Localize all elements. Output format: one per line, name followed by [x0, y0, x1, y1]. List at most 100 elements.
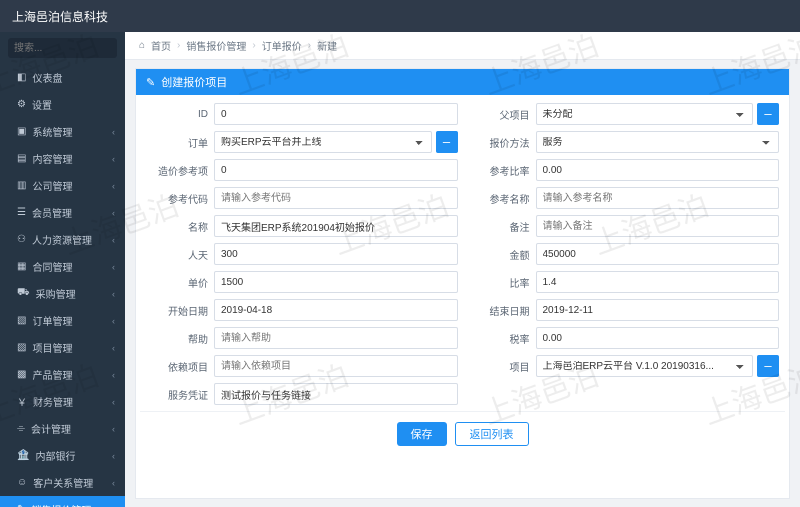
id-field[interactable] [214, 103, 458, 125]
menu-label: 人力资源管理 [32, 232, 92, 247]
refrate-label: 参考比率 [468, 163, 536, 178]
sidebar-item-bank[interactable]: 🏦内部银行‹ [0, 442, 125, 469]
menu-label: 销售报价管理 [31, 502, 91, 507]
sidebar-item-system[interactable]: ▣系统管理‹ [0, 118, 125, 145]
proj-label: 项目 [468, 359, 536, 374]
manday-field[interactable] [214, 243, 458, 265]
end-date-field[interactable] [536, 299, 780, 321]
menu-label: 项目管理 [32, 340, 72, 355]
proj-select[interactable]: 上海邑泊ERP云平台 V.1.0 20190316... [536, 355, 754, 377]
sidebar-item-accounting[interactable]: ⌯会计管理‹ [0, 415, 125, 442]
menu-label: 采购管理 [36, 286, 76, 301]
crumb-home[interactable]: 首页 [151, 38, 171, 53]
sidebar-search-wrap [0, 32, 125, 64]
sidebar-item-dashboard[interactable]: ◧仪表盘 [0, 64, 125, 91]
sidebar-item-company[interactable]: ▥公司管理‹ [0, 172, 125, 199]
sidebar-item-content[interactable]: ▤内容管理‹ [0, 145, 125, 172]
crumb-l1[interactable]: 销售报价管理 [186, 38, 246, 53]
sidebar-item-order[interactable]: ▧订单管理‹ [0, 307, 125, 334]
topbar: 上海邑泊信息科技 [0, 0, 800, 32]
refname-field[interactable] [536, 187, 780, 209]
chevron-left-icon: ‹ [112, 181, 115, 191]
ratio-label: 比率 [468, 275, 536, 290]
form-actions: 保存 返回列表 [140, 411, 785, 458]
id-label: ID [146, 109, 214, 120]
order-select[interactable]: 购买ERP云平台并上线 [214, 131, 432, 153]
main: ⌂ 首页 › 销售报价管理 › 订单报价 › 新建 ✎ 创建报价项目 ID [125, 32, 800, 507]
menu-label: 公司管理 [32, 178, 72, 193]
breadcrumb: ⌂ 首页 › 销售报价管理 › 订单报价 › 新建 [125, 32, 800, 60]
menu-label: 会员管理 [32, 205, 72, 220]
name-field[interactable] [214, 215, 458, 237]
sidebar-search-input[interactable] [8, 38, 117, 58]
brand: 上海邑泊信息科技 [12, 8, 108, 25]
sidebar-item-finance[interactable]: ￥财务管理‹ [0, 388, 125, 415]
chevron-left-icon: ‹ [112, 262, 115, 272]
desc-field[interactable] [214, 327, 458, 349]
menu-label: 内部银行 [35, 448, 75, 463]
sidebar-item-hr[interactable]: ⚇人力资源管理‹ [0, 226, 125, 253]
svc-label: 服务凭证 [146, 387, 214, 402]
baseref-label: 造价参考项 [146, 163, 214, 178]
sidebar-item-procure[interactable]: ⛟采购管理‹ [0, 280, 125, 307]
menu-label: 设置 [32, 97, 52, 112]
refrate-field[interactable] [536, 159, 780, 181]
panel-header: ✎ 创建报价项目 [136, 69, 789, 95]
order-clear-button[interactable]: – [436, 131, 458, 153]
menu-label: 订单管理 [32, 313, 72, 328]
chevron-left-icon: ‹ [112, 451, 115, 461]
chevron-left-icon: ‹ [112, 478, 115, 488]
ratio-field[interactable] [536, 271, 780, 293]
chevron-left-icon: ‹ [112, 289, 115, 299]
sidebar-item-project[interactable]: ▨项目管理‹ [0, 334, 125, 361]
chevron-left-icon: ‹ [112, 208, 115, 218]
pencil-icon: ✎ [146, 76, 155, 89]
start-label: 开始日期 [146, 303, 214, 318]
remark-field[interactable] [536, 215, 780, 237]
refname-label: 参考名称 [468, 191, 536, 206]
crumb-sep: › [177, 40, 180, 51]
crumb-l3: 新建 [317, 38, 337, 53]
sidebar-item-contract[interactable]: ▦合同管理‹ [0, 253, 125, 280]
menu-label: 合同管理 [32, 259, 72, 274]
chevron-left-icon: ‹ [112, 127, 115, 137]
name-label: 名称 [146, 219, 214, 234]
sidebar-menu: ◧仪表盘 ⚙设置 ▣系统管理‹ ▤内容管理‹ ▥公司管理‹ ☰会员管理‹ ⚇人力… [0, 64, 125, 507]
dep-field[interactable] [214, 355, 458, 377]
parent-clear-button[interactable]: – [757, 103, 779, 125]
manday-label: 人天 [146, 247, 214, 262]
back-button[interactable]: 返回列表 [455, 422, 529, 446]
chevron-left-icon: ‹ [112, 343, 115, 353]
sidebar-item-settings[interactable]: ⚙设置 [0, 91, 125, 118]
unit-field[interactable] [214, 271, 458, 293]
menu-label: 仪表盘 [32, 70, 62, 85]
crumb-sep: › [308, 40, 311, 51]
baseref-field[interactable] [214, 159, 458, 181]
sidebar-item-member[interactable]: ☰会员管理‹ [0, 199, 125, 226]
chevron-left-icon: ‹ [112, 154, 115, 164]
sidebar-item-product[interactable]: ▩产品管理‹ [0, 361, 125, 388]
sidebar-item-quote[interactable]: ✎销售报价管理‹ [0, 496, 125, 507]
crumb-l2[interactable]: 订单报价 [262, 38, 302, 53]
crumb-sep: › [252, 40, 255, 51]
sidebar-item-crm[interactable]: ☺客户关系管理‹ [0, 469, 125, 496]
save-button[interactable]: 保存 [397, 422, 447, 446]
dep-label: 依赖项目 [146, 359, 214, 374]
chevron-left-icon: ‹ [112, 370, 115, 380]
chevron-left-icon: ‹ [112, 235, 115, 245]
svc-field[interactable] [214, 383, 458, 405]
refcode-field[interactable] [214, 187, 458, 209]
tax-label: 税率 [468, 331, 536, 346]
sidebar: ◧仪表盘 ⚙设置 ▣系统管理‹ ▤内容管理‹ ▥公司管理‹ ☰会员管理‹ ⚇人力… [0, 32, 125, 507]
proj-clear-button[interactable]: – [757, 355, 779, 377]
home-icon[interactable]: ⌂ [139, 40, 145, 51]
start-date-field[interactable] [214, 299, 458, 321]
method-select[interactable]: 服务 [536, 131, 780, 153]
chevron-left-icon: ‹ [112, 316, 115, 326]
menu-label: 系统管理 [32, 124, 72, 139]
amount-field[interactable] [536, 243, 780, 265]
tax-field[interactable] [536, 327, 780, 349]
parent-select[interactable]: 未分配 [536, 103, 754, 125]
form-panel: ✎ 创建报价项目 ID 父项目 未分配 – [135, 68, 790, 499]
refcode-label: 参考代码 [146, 191, 214, 206]
